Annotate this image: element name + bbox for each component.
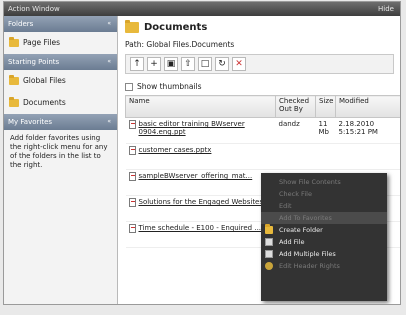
page-title-text: Documents <box>144 21 208 33</box>
menu-item-label: Edit Header Rights <box>279 262 340 270</box>
menu-item-add-file[interactable]: Add File <box>261 236 387 248</box>
context-menu: Show File Contents Check File Edit Add T… <box>261 173 387 301</box>
file-name[interactable]: Time schedule - E100 - Enquired ... <box>139 224 262 232</box>
sidebar-item-documents[interactable]: Documents <box>4 92 117 114</box>
file-name[interactable]: Solutions for the Engaged Websites <box>139 198 264 206</box>
column-checked-out-by[interactable]: Checked Out By <box>275 95 316 118</box>
checked-out-by: dandz <box>275 117 316 144</box>
modified-date <box>335 143 400 170</box>
file-add-icon <box>265 238 273 246</box>
ppt-file-icon <box>128 120 136 129</box>
column-name[interactable]: Name <box>125 95 276 118</box>
folder-icon <box>9 37 19 47</box>
sidebar-item-label: Global Files <box>23 76 66 85</box>
breadcrumb: Path: Global Files.Documents <box>125 40 235 49</box>
file-name[interactable]: customer cases.pptx <box>139 146 212 154</box>
key-icon <box>265 262 273 270</box>
file-name[interactable]: sampleBWserver_offering_mat... <box>139 172 253 180</box>
sidebar: Folders « Page Files Starting Points « G… <box>4 16 118 304</box>
table-row[interactable]: customer cases.pptx <box>125 143 400 170</box>
sidebar-item-label: Documents <box>23 98 66 107</box>
delete-icon[interactable]: ✕ <box>232 57 246 71</box>
file-name[interactable]: basic editor training BWserver 0904.eng.… <box>139 120 273 136</box>
column-modified[interactable]: Modified <box>335 95 400 118</box>
show-thumbnails-checkbox[interactable] <box>125 82 133 91</box>
page-title: Documents <box>119 16 400 38</box>
app-window: Action Window Hide Folders « Page Files … <box>3 1 401 305</box>
sidebar-header-my-favorites[interactable]: My Favorites « <box>4 114 117 130</box>
table-row[interactable]: basic editor training BWserver 0904.eng.… <box>125 117 400 144</box>
menu-item-label: Add File <box>279 238 305 246</box>
folder-add-icon[interactable]: □ <box>198 57 212 71</box>
pptx-file-icon <box>128 146 136 155</box>
folder-icon <box>9 75 19 85</box>
sidebar-item-global-files[interactable]: Global Files <box>4 70 117 92</box>
collapse-icon[interactable]: « <box>107 16 111 32</box>
doc-file-icon <box>128 224 136 233</box>
collapse-icon[interactable]: « <box>107 54 111 70</box>
new-folder-icon[interactable]: + <box>147 57 161 71</box>
menu-item-label: Add Multiple Files <box>279 250 336 258</box>
sidebar-header-label: Starting Points <box>8 58 60 66</box>
show-thumbnails-toggle[interactable]: Show thumbnails <box>119 76 400 95</box>
window-title: Action Window <box>8 5 60 13</box>
folder-icon <box>265 224 273 234</box>
menu-item-edit-header-rights[interactable]: Edit Header Rights <box>261 260 387 272</box>
sidebar-header-folders[interactable]: Folders « <box>4 16 117 32</box>
collapse-icon[interactable]: « <box>107 114 111 130</box>
menu-item-label: Show File Contents <box>279 178 341 186</box>
menu-item-add-multiple-files[interactable]: Add Multiple Files <box>261 248 387 260</box>
sidebar-header-starting-points[interactable]: Starting Points « <box>4 54 117 70</box>
up-folder-icon[interactable]: ↑ <box>130 57 144 71</box>
hide-button[interactable]: Hide <box>378 2 394 16</box>
menu-item-create-folder[interactable]: Create Folder <box>261 224 387 236</box>
folder-open-icon[interactable]: ▣ <box>164 57 178 71</box>
show-thumbnails-label: Show thumbnails <box>137 82 202 91</box>
files-add-icon <box>265 250 273 258</box>
folder-icon <box>125 19 139 33</box>
favorites-note: Add folder favorites using the right-cli… <box>10 134 108 169</box>
toolbar: ↑ + ▣ ⇧ □ ↻ ✕ <box>125 54 394 74</box>
upload-icon[interactable]: ⇧ <box>181 57 195 71</box>
menu-item-show-file-contents[interactable]: Show File Contents <box>261 176 387 188</box>
refresh-icon[interactable]: ↻ <box>215 57 229 71</box>
sidebar-header-label: My Favorites <box>8 118 53 126</box>
sidebar-item-page-files[interactable]: Page Files <box>4 32 117 54</box>
modified-date: 2.18.2010 5:15:21 PM <box>335 117 400 144</box>
file-size: 11 Mb <box>315 117 336 144</box>
menu-item-label: Check File <box>279 190 312 198</box>
title-bar: Action Window Hide <box>4 2 400 16</box>
file-size <box>315 143 336 170</box>
menu-item-label: Create Folder <box>279 226 323 234</box>
menu-item-edit[interactable]: Edit <box>261 200 387 212</box>
sidebar-header-label: Folders <box>8 20 34 28</box>
table-header-row: Name Checked Out By Size Modified <box>125 95 400 118</box>
column-size[interactable]: Size <box>315 95 336 118</box>
folder-icon <box>9 97 19 107</box>
sidebar-item-label: Page Files <box>23 38 60 47</box>
menu-item-add-to-favorites[interactable]: Add To Favorites <box>261 212 387 224</box>
menu-item-label: Edit <box>279 202 292 210</box>
doc-file-icon <box>128 198 136 207</box>
menu-item-check-file[interactable]: Check File <box>261 188 387 200</box>
checked-out-by <box>275 143 316 170</box>
menu-item-label: Add To Favorites <box>279 214 332 222</box>
pdf-file-icon <box>128 172 136 181</box>
